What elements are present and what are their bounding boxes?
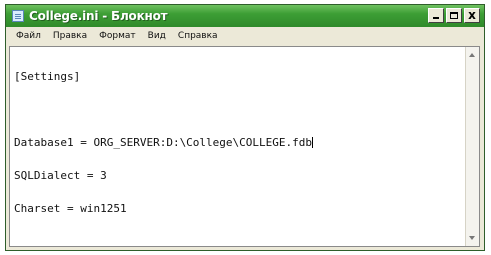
- close-button[interactable]: x: [464, 8, 480, 23]
- menu-edit[interactable]: Правка: [47, 31, 93, 41]
- close-icon: x: [468, 8, 476, 22]
- editor-line: [Settings]: [14, 70, 81, 83]
- text-caret: [312, 137, 314, 148]
- notepad-icon: [12, 10, 24, 22]
- editor-line: Database1 = ORG_SERVER:D:\College\COLLEG…: [14, 136, 313, 149]
- editor-line-blank: [14, 104, 463, 115]
- minimize-button[interactable]: [428, 8, 444, 23]
- notepad-window: College.ini - Блокнот x Файл Правка Форм…: [5, 4, 485, 251]
- window-controls: x: [428, 8, 480, 23]
- menu-format[interactable]: Формат: [93, 31, 142, 41]
- text-editor[interactable]: [Settings] Database1 = ORG_SERVER:D:\Col…: [9, 46, 480, 247]
- editor-text[interactable]: [Settings] Database1 = ORG_SERVER:D:\Col…: [14, 49, 463, 236]
- maximize-button[interactable]: [446, 8, 462, 23]
- menu-view[interactable]: Вид: [142, 31, 172, 41]
- menu-help[interactable]: Справка: [172, 31, 224, 41]
- menu-bar: Файл Правка Формат Вид Справка: [6, 27, 484, 45]
- editor-line: Charset = win1251: [14, 202, 127, 215]
- scroll-down-button[interactable]: [466, 231, 479, 245]
- vertical-scrollbar[interactable]: [465, 47, 479, 246]
- window-title: College.ini - Блокнот: [29, 9, 168, 23]
- title-bar[interactable]: College.ini - Блокнот x: [6, 5, 484, 27]
- scroll-up-button[interactable]: [466, 48, 479, 62]
- menu-file[interactable]: Файл: [10, 31, 47, 41]
- editor-line-caret-row: Database1 = ORG_SERVER:D:\College\COLLEG…: [14, 137, 463, 148]
- editor-line: SQLDialect = 3: [14, 169, 107, 182]
